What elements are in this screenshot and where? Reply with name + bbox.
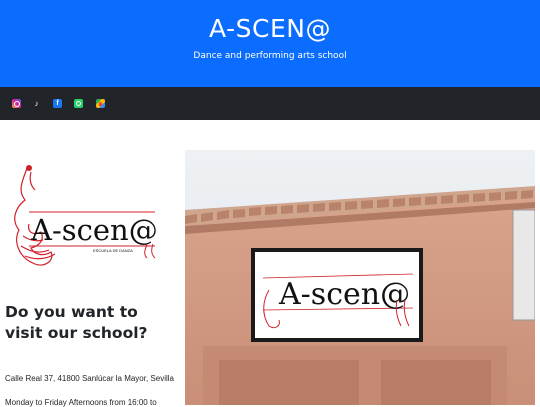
- visit-heading: Do you want to visit our school?: [5, 303, 148, 342]
- school-address: Calle Real 37, 41800 Sanlúcar la Mayor, …: [5, 374, 174, 383]
- facebook-icon[interactable]: f: [53, 99, 62, 108]
- tiktok-icon[interactable]: ♪: [32, 99, 41, 108]
- school-logo: A-scen@ ESCUELA DE DANZA: [5, 160, 165, 272]
- instagram-icon[interactable]: [12, 99, 21, 108]
- school-facade-photo: A-scen@: [185, 150, 535, 405]
- logo-text: A-scen@: [30, 213, 158, 247]
- logo-tagline: ESCUELA DE DANZA: [93, 248, 133, 253]
- site-header: A-SCEN@ Dance and performing arts school: [0, 0, 540, 87]
- whatsapp-icon[interactable]: [74, 99, 83, 108]
- opening-hours: Monday to Friday Afternoons from 16:00 t…: [5, 398, 157, 407]
- dancer-head-icon: [26, 165, 32, 171]
- maps-icon[interactable]: [96, 99, 105, 108]
- site-title: A-SCEN@: [209, 14, 331, 43]
- social-bar: ♪ f: [0, 87, 540, 120]
- sign-text: A-scen@: [278, 277, 410, 312]
- site-subtitle: Dance and performing arts school: [193, 51, 347, 61]
